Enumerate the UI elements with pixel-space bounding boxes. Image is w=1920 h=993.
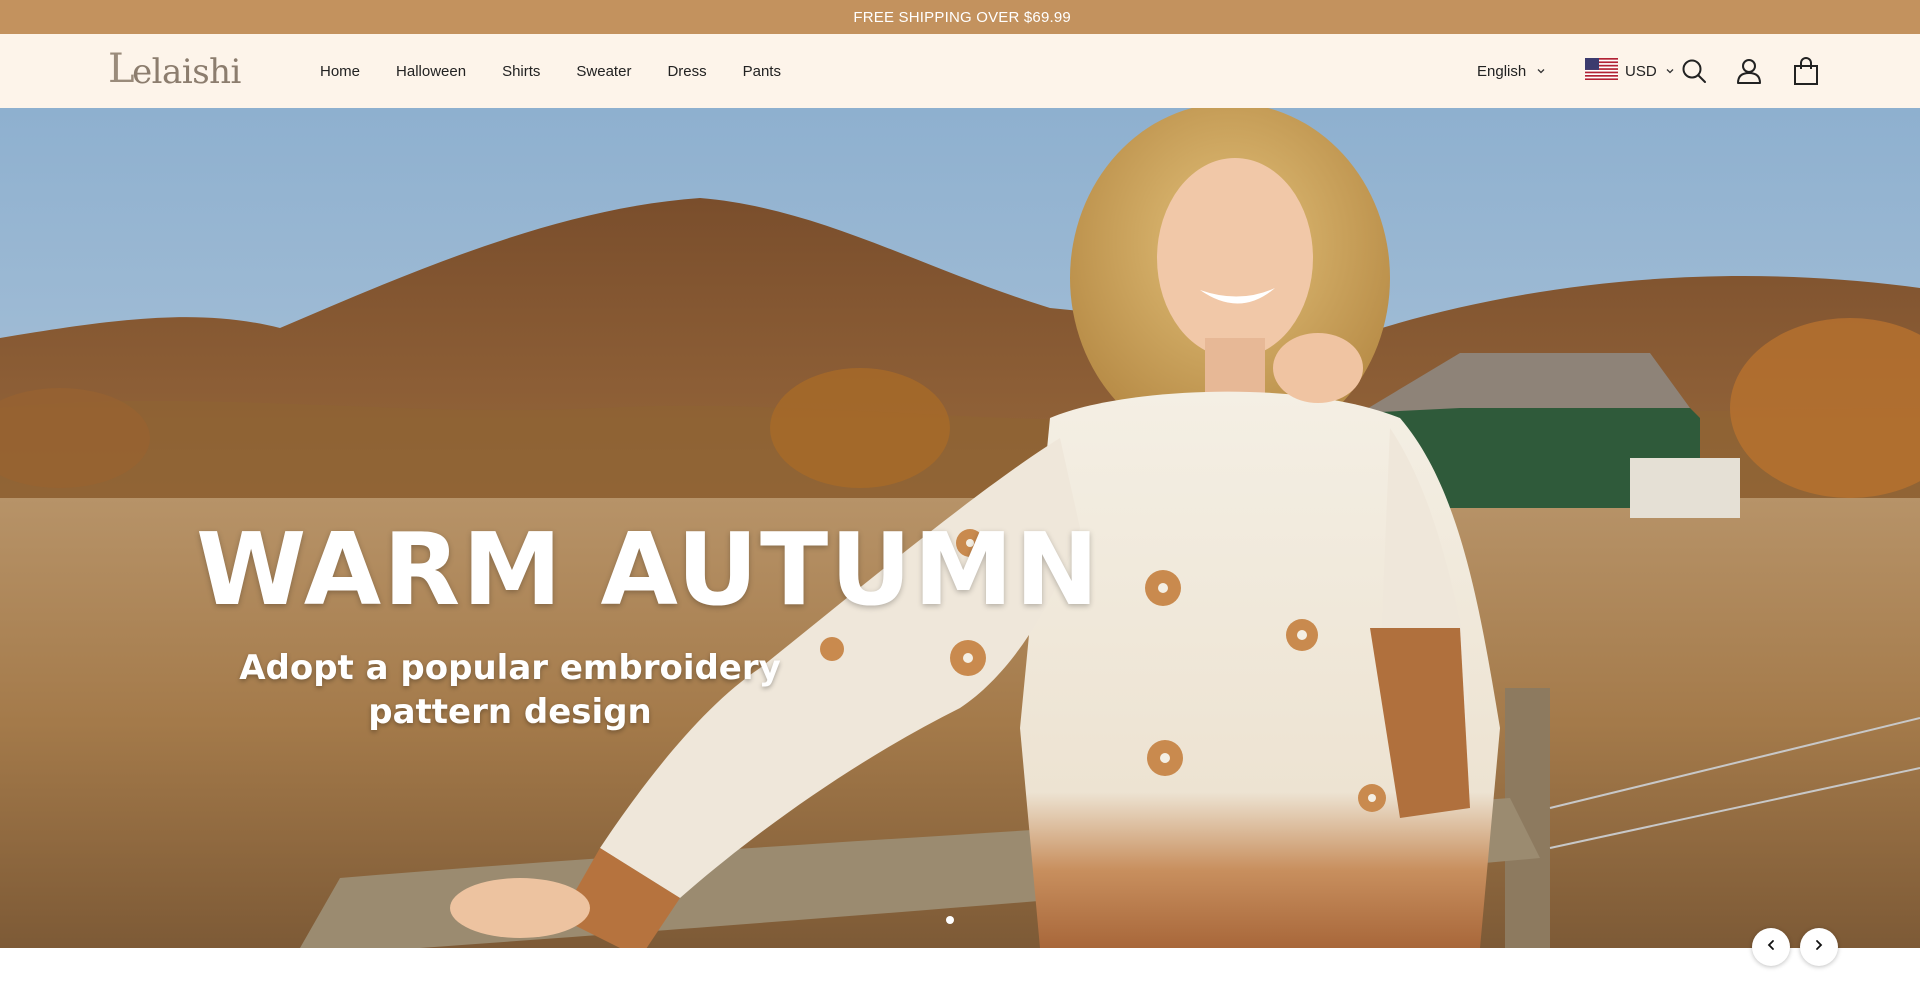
announcement-bar: FREE SHIPPING OVER $69.99 bbox=[0, 0, 1920, 34]
search-icon[interactable] bbox=[1679, 56, 1709, 86]
nav-pants[interactable]: Pants bbox=[743, 63, 781, 80]
prev-slide-button[interactable] bbox=[1752, 928, 1790, 966]
us-flag-icon bbox=[1585, 58, 1625, 84]
hero-banner[interactable]: WARM AUTUMN Adopt a popular embroidery p… bbox=[0, 108, 1920, 948]
currency-selector[interactable]: USD bbox=[1585, 34, 1675, 108]
chevron-right-icon bbox=[1813, 938, 1825, 956]
slide-dot-active[interactable] bbox=[946, 916, 954, 924]
nav-home[interactable]: Home bbox=[320, 63, 360, 80]
slide-indicator bbox=[946, 916, 954, 924]
account-icon[interactable] bbox=[1734, 56, 1764, 86]
language-label: English bbox=[1477, 62, 1527, 80]
chevron-down-icon bbox=[1536, 63, 1546, 80]
logo-text: elaishi bbox=[132, 52, 241, 92]
currency-label: USD bbox=[1625, 62, 1657, 80]
next-slide-button[interactable] bbox=[1800, 928, 1838, 966]
chevron-left-icon bbox=[1765, 938, 1777, 956]
language-selector[interactable]: English bbox=[1477, 34, 1546, 108]
nav-shirts[interactable]: Shirts bbox=[502, 63, 540, 80]
nav-dress[interactable]: Dress bbox=[667, 63, 706, 80]
nav-sweater[interactable]: Sweater bbox=[576, 63, 631, 80]
brand-logo[interactable]: L elaishi bbox=[108, 46, 241, 92]
hero-subtitle: Adopt a popular embroidery pattern desig… bbox=[239, 648, 781, 732]
site-header: L elaishi Home Halloween Shirts Sweater … bbox=[0, 34, 1920, 108]
cart-icon[interactable] bbox=[1791, 56, 1821, 86]
nav-halloween[interactable]: Halloween bbox=[396, 63, 466, 80]
chevron-down-icon bbox=[1665, 63, 1675, 80]
logo-mark: L bbox=[108, 46, 135, 92]
hero-title: WARM AUTUMN bbox=[196, 511, 1101, 628]
main-nav: Home Halloween Shirts Sweater Dress Pant… bbox=[320, 34, 817, 108]
announcement-text: FREE SHIPPING OVER $69.99 bbox=[849, 8, 1071, 26]
